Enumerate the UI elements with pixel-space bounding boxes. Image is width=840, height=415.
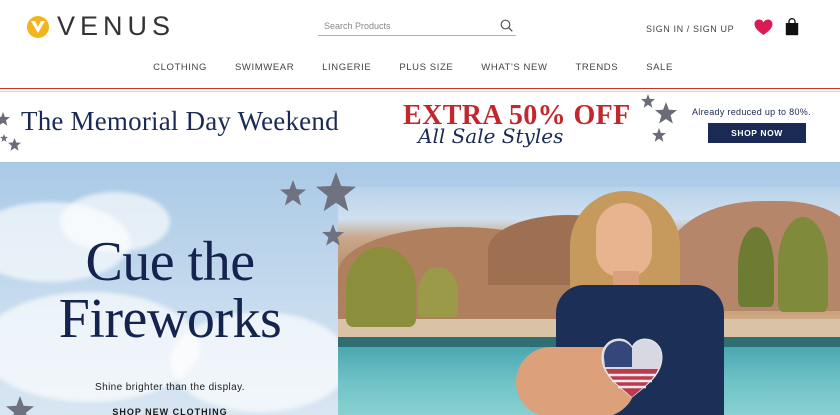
star-icon [280,180,306,206]
flag-heart-icon [601,338,663,398]
shopping-bag-icon[interactable] [785,18,799,41]
hero-photo [338,187,840,415]
nav-item-whats-new[interactable]: WHAT'S NEW [481,62,547,73]
signin-link[interactable]: SIGN IN / SIGN UP [646,24,734,34]
promo-note: Already reduced up to 80%. [692,107,811,117]
hero-title: Cue the Fireworks [58,231,282,350]
desert-plant [778,217,828,312]
hero-cta-link[interactable]: SHOP NEW CLOTHING [0,407,340,415]
desert-plant [346,247,416,327]
desert-plant [738,227,774,307]
star-icon [8,138,21,151]
nav-item-sale[interactable]: SALE [646,62,673,73]
star-icon [0,134,8,142]
promo-subtitle: All Sale Styles [418,124,564,148]
nav-item-lingerie[interactable]: LINGERIE [322,62,371,73]
desert-plant [418,267,458,317]
search-bar[interactable] [318,16,516,36]
star-icon [641,94,655,108]
header-divider-red [0,88,840,89]
logo-text: VENUS [57,11,176,41]
search-icon[interactable] [500,19,513,37]
promo-title: The Memorial Day Weekend [21,106,339,136]
heart-icon[interactable] [754,19,773,41]
model-face [596,203,652,277]
search-input[interactable] [318,20,488,31]
nav-item-swimwear[interactable]: SWIMWEAR [235,62,294,73]
site-header: VENUS SIGN IN / SIGN UP CLOTHING SWIMWEA… [0,0,840,90]
star-icon [316,172,356,212]
hero-banner[interactable]: Cue the Fireworks Shine brighter than th… [0,162,840,415]
star-icon [655,102,677,124]
star-icon [0,112,10,126]
promo-banner[interactable]: The Memorial Day Weekend EXTRA 50% OFF A… [0,92,840,162]
nav-item-trends[interactable]: TRENDS [576,62,619,73]
hero-subtitle: Shine brighter than the display. [95,382,245,393]
venus-logo[interactable]: VENUS [27,11,175,42]
star-icon [652,128,666,142]
logo-mark-icon [27,15,49,38]
main-nav: CLOTHING SWIMWEAR LINGERIE PLUS SIZE WHA… [0,62,840,73]
star-icon [322,224,344,246]
nav-item-clothing[interactable]: CLOTHING [153,62,207,73]
star-icon [6,396,34,415]
shop-now-button[interactable]: SHOP NOW [708,123,806,143]
nav-item-plus-size[interactable]: PLUS SIZE [399,62,453,73]
